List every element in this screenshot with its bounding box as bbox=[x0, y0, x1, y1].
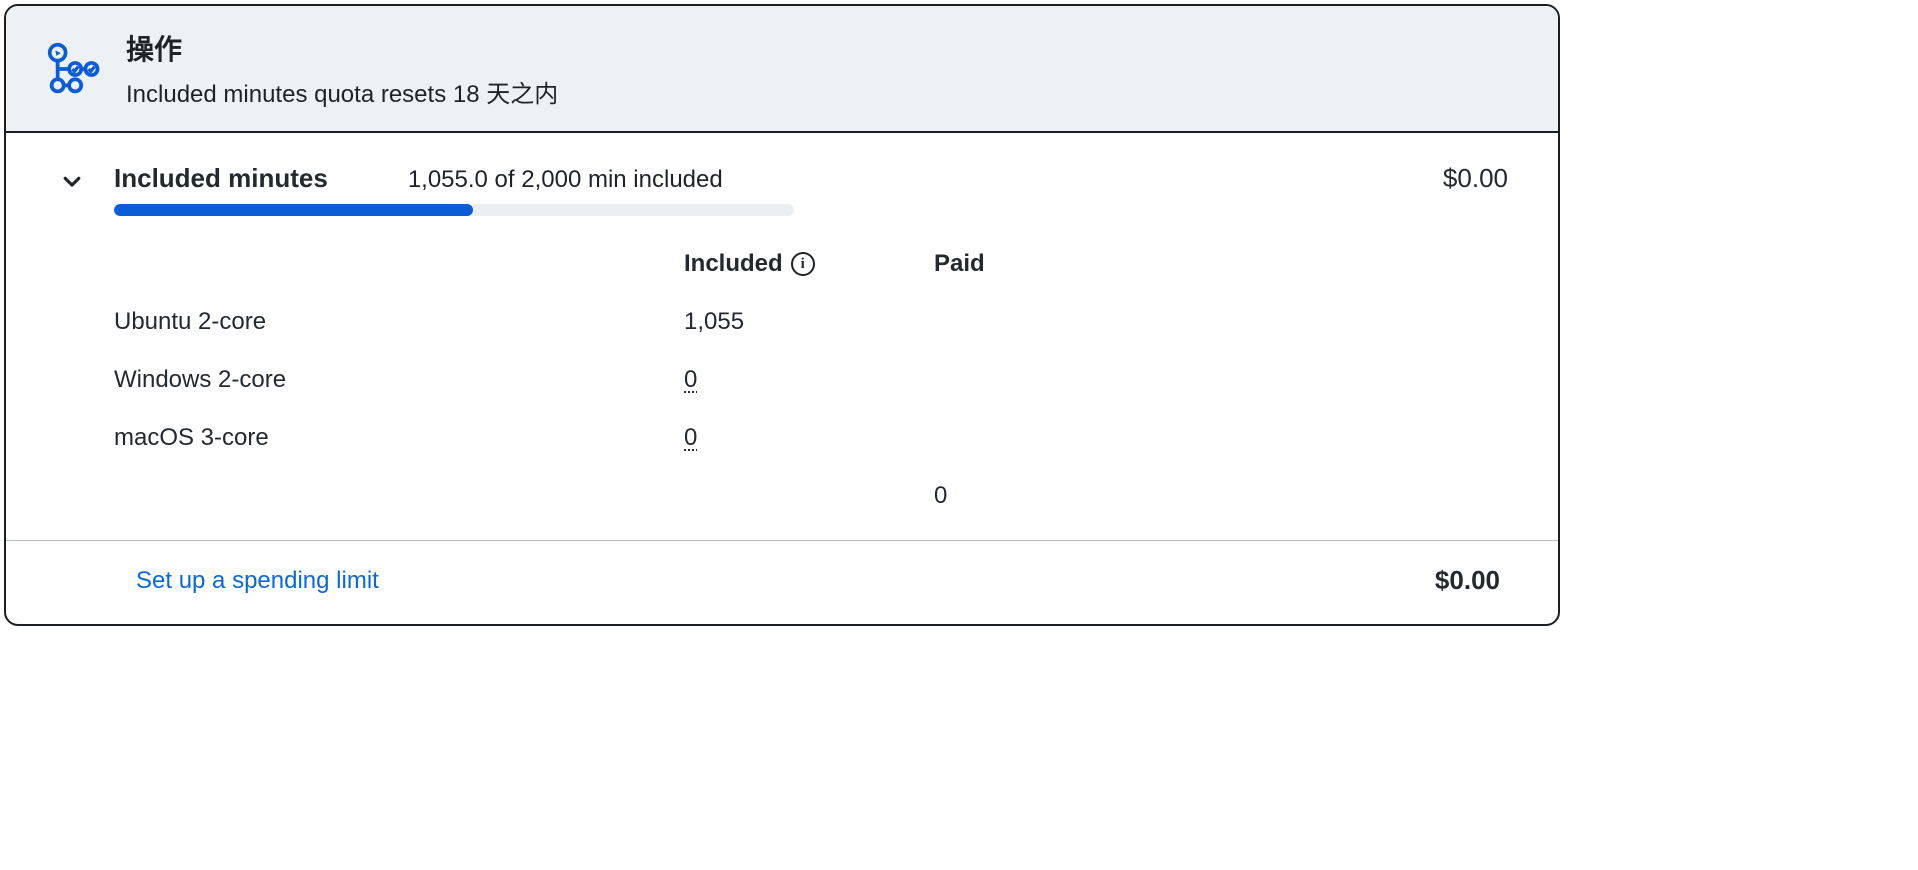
workflow-icon bbox=[46, 41, 102, 97]
collapse-toggle[interactable] bbox=[58, 169, 86, 197]
runner-paid bbox=[934, 366, 1134, 394]
card-title: 操作 bbox=[126, 28, 558, 68]
card-footer: Set up a spending limit $0.00 bbox=[6, 541, 1558, 624]
chevron-down-icon bbox=[61, 170, 83, 197]
usage-progress-fill bbox=[114, 204, 473, 216]
card-header: 操作 Included minutes quota resets 18 天之内 bbox=[6, 6, 1558, 133]
usage-progress-bar bbox=[114, 204, 794, 216]
runner-included: 1,055 bbox=[684, 308, 934, 336]
info-icon[interactable]: i bbox=[791, 252, 815, 276]
included-minutes-usage: 1,055.0 of 2,000 min included bbox=[408, 166, 723, 194]
card-subtitle: Included minutes quota resets 18 天之内 bbox=[126, 74, 558, 109]
runner-name: macOS 3-core bbox=[114, 424, 684, 452]
runner-paid bbox=[934, 424, 1134, 452]
footer-total: $0.00 bbox=[1435, 565, 1518, 596]
spending-limit-link[interactable]: Set up a spending limit bbox=[136, 567, 379, 595]
usage-breakdown-table: Included i Paid Ubuntu 2-core 1,055 Wind… bbox=[114, 250, 1526, 510]
runner-paid bbox=[934, 308, 1134, 336]
col-header-included-label: Included bbox=[684, 250, 783, 278]
paid-total: 0 bbox=[934, 482, 1134, 510]
col-header-included: Included i bbox=[684, 250, 934, 278]
runner-included: 0 bbox=[684, 366, 934, 394]
runner-name: Windows 2-core bbox=[114, 366, 684, 394]
section-price: $0.00 bbox=[1443, 163, 1526, 194]
runner-name: Ubuntu 2-core bbox=[114, 308, 684, 336]
usage-section: Included minutes 1,055.0 of 2,000 min in… bbox=[6, 133, 1558, 541]
col-header-paid: Paid bbox=[934, 250, 1134, 278]
included-minutes-label: Included minutes bbox=[114, 163, 328, 194]
runner-included: 0 bbox=[684, 424, 934, 452]
actions-billing-card: 操作 Included minutes quota resets 18 天之内 … bbox=[4, 4, 1560, 626]
